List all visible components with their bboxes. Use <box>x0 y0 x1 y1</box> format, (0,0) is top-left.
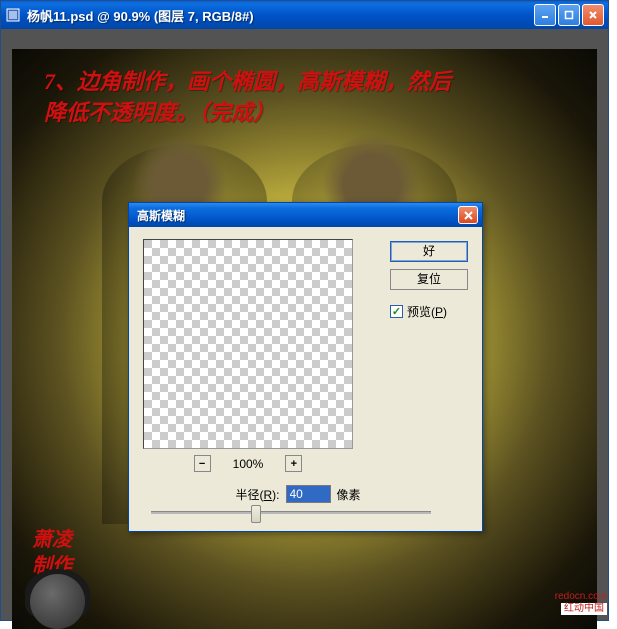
dialog-body: − 100% + 半径(R): 像素 好 复位 ✓ 预览(P) <box>129 227 482 531</box>
radius-unit: 像素 <box>337 486 361 503</box>
watermark-url: redocn.com <box>555 591 607 603</box>
ok-button[interactable]: 好 <box>390 241 468 262</box>
preview-label: 预览(P) <box>407 303 447 320</box>
title-bar: 杨帆11.psd @ 90.9% (图层 7, RGB/8#) <box>1 1 608 29</box>
window-title: 杨帆11.psd @ 90.9% (图层 7, RGB/8#) <box>27 6 534 25</box>
zoom-controls: − 100% + <box>143 455 353 472</box>
preview-checkbox-row: ✓ 预览(P) <box>390 303 468 320</box>
zoom-out-button[interactable]: − <box>194 455 211 472</box>
radius-label: 半径(R): <box>235 486 279 503</box>
annotation-line: 7、边角制作，画个椭圆，高斯模糊，然后 <box>44 67 577 98</box>
slider-thumb[interactable] <box>251 505 261 523</box>
dialog-close-button[interactable] <box>458 206 478 224</box>
maximize-button[interactable] <box>558 4 580 26</box>
zoom-in-button[interactable]: + <box>285 455 302 472</box>
preview-checkbox[interactable]: ✓ <box>390 305 403 318</box>
zoom-value: 100% <box>233 457 264 471</box>
watermark: redocn.com 红动中国 <box>555 591 607 615</box>
radius-input[interactable] <box>286 485 331 503</box>
dialog-title: 高斯模糊 <box>137 207 458 224</box>
instruction-annotation: 7、边角制作，画个椭圆，高斯模糊，然后 降低不透明度。（完成） <box>44 67 577 129</box>
radius-row: 半径(R): 像素 <box>143 485 453 503</box>
gaussian-blur-dialog: 高斯模糊 − 100% + 半径(R): 像素 好 复位 ✓ 预览(P) <box>128 202 483 532</box>
close-button[interactable] <box>582 4 604 26</box>
watermark-cn: 红动中国 <box>561 603 607 615</box>
filter-preview[interactable] <box>143 239 353 449</box>
dialog-title-bar[interactable]: 高斯模糊 <box>129 203 482 227</box>
reset-button[interactable]: 复位 <box>390 269 468 290</box>
signature-line: 萧凌 <box>32 527 72 553</box>
window-controls <box>534 4 604 26</box>
minimize-button[interactable] <box>534 4 556 26</box>
app-icon <box>5 7 21 23</box>
annotation-line: 降低不透明度。（完成） <box>44 98 577 129</box>
radius-slider[interactable] <box>151 511 431 514</box>
avatar-icon <box>22 569 92 629</box>
